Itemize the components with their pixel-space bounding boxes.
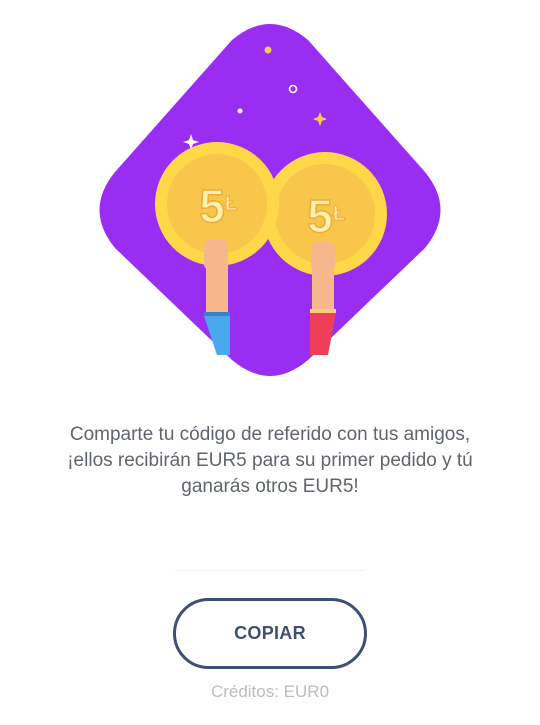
right-hand-icon xyxy=(310,242,336,355)
copy-button[interactable]: COPIAR xyxy=(173,598,367,669)
sparkle-dot-icon xyxy=(237,108,243,114)
credits-balance: Créditos: EUR0 xyxy=(210,682,330,701)
coin-left-symbol: Ł xyxy=(225,193,237,215)
referral-illustration: 5 Ł 5 Ł xyxy=(80,20,460,390)
referral-code-divider xyxy=(175,570,365,571)
left-hand-icon xyxy=(204,240,230,355)
referral-message-line: Comparte tu código de referido con tus a… xyxy=(69,424,471,445)
referral-message-line: ganarás otros EUR5! xyxy=(181,476,359,497)
coin-right-symbol: Ł xyxy=(333,203,345,225)
sparkle-dot-icon xyxy=(264,46,272,54)
coin-left-value: 5 xyxy=(199,180,225,232)
referral-message: Comparte tu código de referido con tus a… xyxy=(40,422,500,500)
coin-right-value: 5 xyxy=(307,190,333,242)
referral-message-line: ¡ellos recibirán EUR5 para su primer ped… xyxy=(67,450,473,471)
